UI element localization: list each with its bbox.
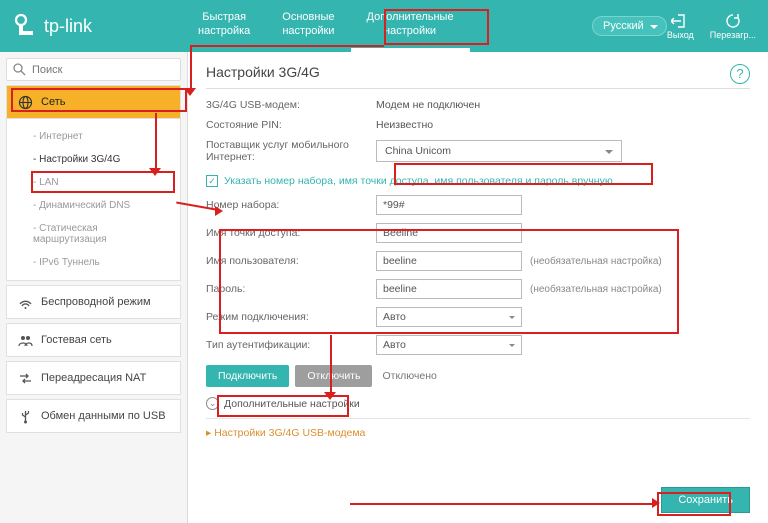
page-title: Настройки 3G/4G <box>206 64 750 89</box>
sidebar-item-guest[interactable]: Гостевая сеть <box>6 323 181 357</box>
language-select[interactable]: Русский <box>592 16 667 36</box>
reload-button[interactable]: Перезагр... <box>710 13 756 40</box>
pin-value: Неизвестно <box>376 119 433 131</box>
user-label: Имя пользователя: <box>206 255 376 267</box>
tab-advanced[interactable]: Дополнительные настройки <box>351 0 470 52</box>
search-input[interactable] <box>32 64 174 76</box>
nat-icon <box>17 370 33 386</box>
user-input[interactable] <box>376 251 522 271</box>
usb-modem-link[interactable]: ▸ Настройки 3G/4G USB-модема <box>206 427 365 439</box>
sidebar-sub-ddns[interactable]: - Динамический DNS <box>7 194 180 217</box>
tab-basic[interactable]: Основные настройки <box>266 0 350 52</box>
sidebar-sub-lan[interactable]: - LAN <box>7 171 180 194</box>
chevron-down-icon: ⌄ <box>206 397 219 410</box>
auth-label: Тип аутентификации: <box>206 339 376 351</box>
conn-status: Отключено <box>382 370 436 382</box>
sidebar-sub-static-route[interactable]: - Статическая маршрутизация <box>7 217 180 251</box>
logout-icon <box>671 13 689 29</box>
users-icon <box>17 332 33 348</box>
connect-button[interactable]: Подключить <box>206 365 289 387</box>
advanced-toggle[interactable]: ⌄ Дополнительные настройки <box>206 397 750 410</box>
search-box[interactable] <box>6 58 181 81</box>
wifi-icon <box>17 294 33 310</box>
reload-icon <box>725 13 741 29</box>
sidebar-item-wireless[interactable]: Беспроводной режим <box>6 285 181 319</box>
usb-icon <box>17 408 33 424</box>
brand-logo: tp-link <box>12 13 182 39</box>
tab-quick-setup[interactable]: Быстрая настройка <box>182 0 266 52</box>
isp-select[interactable]: China Unicom <box>376 140 622 162</box>
disconnect-button[interactable]: Отключить <box>295 365 372 387</box>
connmode-label: Режим подключения: <box>206 311 376 323</box>
modem-value: Модем не подключен <box>376 99 480 111</box>
apn-input[interactable] <box>376 223 522 243</box>
tplink-logo-icon <box>12 13 38 39</box>
dial-input[interactable] <box>376 195 522 215</box>
modem-label: 3G/4G USB-модем: <box>206 99 376 111</box>
sidebar-item-nat[interactable]: Переадресация NAT <box>6 361 181 395</box>
checkbox-icon: ✓ <box>206 175 218 187</box>
pin-label: Состояние PIN: <box>206 119 376 131</box>
sidebar-sub-internet[interactable]: - Интернет <box>7 125 180 148</box>
apn-label: Имя точки доступа: <box>206 227 376 239</box>
pass-input[interactable] <box>376 279 522 299</box>
pass-label: Пароль: <box>206 283 376 295</box>
auth-select[interactable]: Авто <box>376 335 522 355</box>
sidebar-item-usb[interactable]: Обмен данными по USB <box>6 399 181 433</box>
sidebar-sub-ipv6[interactable]: - IPv6 Туннель <box>7 251 180 274</box>
pass-hint: (необязательная настройка) <box>530 284 662 295</box>
isp-label: Поставщик услуг мобильного Интернет: <box>206 139 376 163</box>
help-button[interactable]: ? <box>730 64 750 84</box>
brand-text: tp-link <box>44 16 92 37</box>
connmode-select[interactable]: Авто <box>376 307 522 327</box>
search-icon <box>13 63 26 76</box>
logout-button[interactable]: Выход <box>667 13 694 40</box>
save-button[interactable]: Сохранить <box>661 487 750 513</box>
manual-checkbox-row[interactable]: ✓ Указать номер набора, имя точки доступ… <box>206 175 750 187</box>
dial-label: Номер набора: <box>206 199 376 211</box>
sidebar-item-network[interactable]: Сеть <box>6 85 181 119</box>
sidebar-sub-3g4g[interactable]: - Настройки 3G/4G <box>7 148 180 171</box>
user-hint: (необязательная настройка) <box>530 256 662 267</box>
globe-icon <box>17 94 33 110</box>
